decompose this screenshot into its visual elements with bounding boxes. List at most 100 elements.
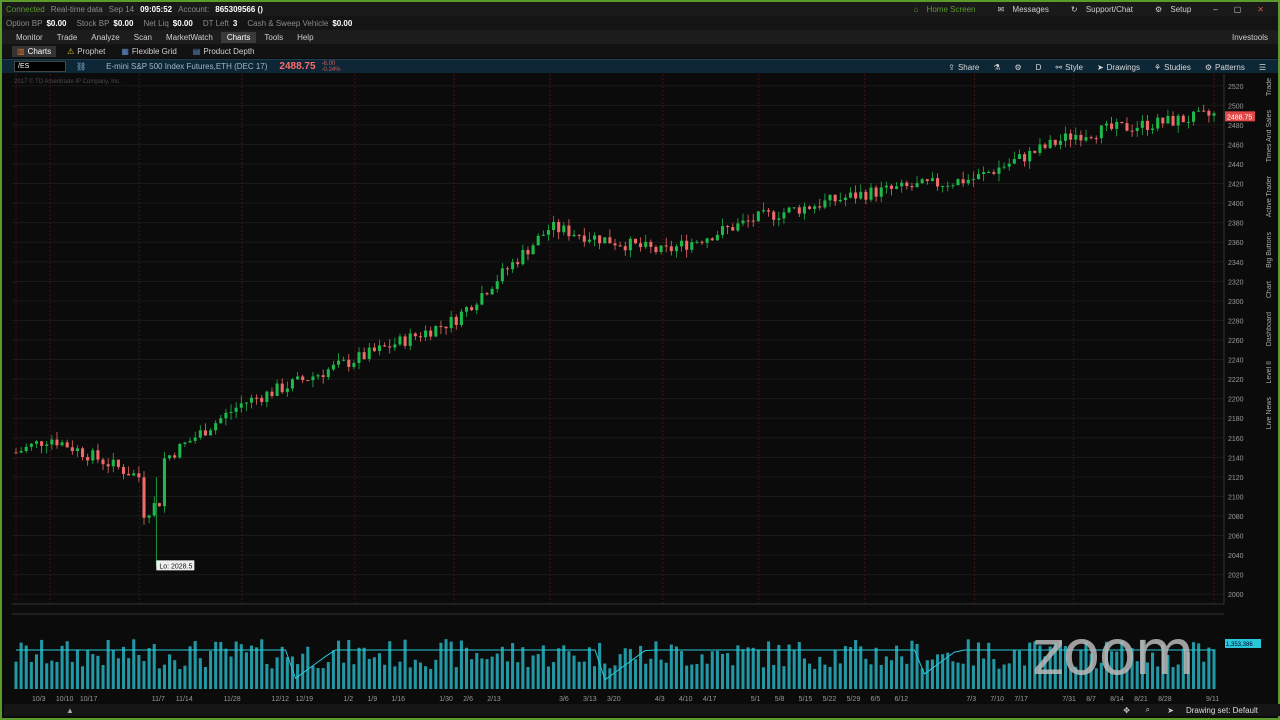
volume-bar	[1207, 647, 1211, 689]
side-tab[interactable]: Chart	[1266, 277, 1273, 302]
candle-body	[29, 443, 33, 447]
menu-tools[interactable]: Tools	[258, 32, 289, 43]
volume-bar	[859, 646, 863, 689]
side-tab[interactable]: Active Trader	[1266, 172, 1273, 221]
menu-charts[interactable]: Charts	[220, 31, 257, 43]
candle-body	[306, 380, 310, 382]
volume-bar	[337, 640, 341, 689]
volume-bar	[383, 664, 387, 689]
volume-bar	[45, 663, 49, 689]
balance-value: 3	[232, 18, 238, 28]
volume-bar	[808, 663, 812, 689]
volume-bar	[726, 653, 730, 689]
volume-bar	[720, 653, 725, 689]
volume-bar	[29, 661, 33, 689]
volume-bar	[833, 649, 837, 689]
flask-button[interactable]: ⚗	[993, 63, 1000, 72]
candle-body	[1099, 125, 1103, 139]
side-tab[interactable]: Live News	[1266, 393, 1273, 433]
side-tab[interactable]: Trade	[1266, 74, 1273, 100]
side-tab[interactable]: Big Buttons	[1266, 228, 1273, 272]
pan-icon[interactable]: ✥	[1123, 706, 1130, 715]
chart-settings-button[interactable]: ⚙	[1015, 63, 1022, 72]
candle-body	[598, 235, 602, 244]
subtab-label: Prophet	[77, 46, 106, 56]
cursor-icon[interactable]: ➤	[1167, 706, 1174, 715]
drawings-button[interactable]: ➤ Drawings	[1097, 63, 1140, 72]
volume-bar	[889, 660, 893, 689]
timeframe-button[interactable]: D	[1036, 63, 1042, 72]
side-tab[interactable]: Dashboard	[1266, 308, 1273, 350]
balance-bar: Option BP $0.00 Stock BP $0.00 Net Liq $0.00 D…	[2, 16, 1278, 30]
candle-body	[1012, 159, 1016, 164]
zoom-icon[interactable]: ⌕	[1146, 705, 1150, 715]
volume-bar	[567, 651, 571, 689]
volume-bar	[976, 642, 981, 689]
link-icon[interactable]: ⛓	[76, 62, 86, 71]
menu-analyze[interactable]: Analyze	[85, 32, 125, 43]
menu-trade[interactable]: Trade	[51, 32, 84, 43]
patterns-button[interactable]: ⚙ Patterns	[1205, 63, 1245, 72]
volume-bar	[623, 648, 627, 689]
share-button[interactable]: ⇪ Share	[948, 63, 979, 72]
low-label: Lo: 2028.5	[156, 560, 195, 571]
volume-bar	[982, 658, 986, 689]
chart-menu-button[interactable]: ☰	[1259, 63, 1266, 72]
subtab-flexible-grid[interactable]: ▦ Flexible Grid	[116, 46, 181, 57]
subtab-product-depth[interactable]: ▤ Product Depth	[188, 46, 260, 57]
messages-link[interactable]: ✉ Messages	[997, 5, 1054, 14]
candle-body	[526, 250, 530, 255]
candle-body	[198, 430, 202, 438]
volume-bar	[408, 667, 412, 689]
investools-link[interactable]: Investools	[1232, 33, 1268, 42]
home-screen-link[interactable]: ⌂ Home Screen	[913, 5, 981, 14]
minimize-button[interactable]: –	[1213, 5, 1217, 14]
x-tick-label: 10/3	[32, 696, 46, 703]
candle-body	[587, 239, 591, 242]
candle-body	[147, 515, 151, 518]
setup-link[interactable]: ⚙ Setup	[1155, 5, 1197, 14]
menu-help[interactable]: Help	[291, 32, 319, 43]
volume-bar	[669, 644, 673, 689]
candle-body	[1069, 133, 1073, 140]
candle-body	[1074, 134, 1078, 140]
expand-arrow-icon[interactable]: ▲	[66, 706, 74, 715]
price-change: -6.00 -0.24%	[322, 61, 341, 73]
style-button[interactable]: ⚯ Style	[1055, 63, 1083, 72]
symbol-input[interactable]: /ES	[14, 61, 66, 72]
volume-bar	[690, 664, 694, 689]
candle-body	[623, 246, 627, 251]
side-tab[interactable]: Times And Sales	[1266, 106, 1273, 166]
volume-bar	[823, 664, 827, 689]
candle-body	[1130, 130, 1134, 132]
candle-body	[1166, 115, 1170, 124]
volume-bar	[633, 659, 638, 689]
side-tab[interactable]: Level II	[1266, 357, 1273, 388]
candle-body	[495, 281, 499, 289]
volume-bar	[705, 663, 709, 689]
candle-body	[234, 407, 238, 412]
volume-bar	[930, 659, 934, 689]
subtab-prophet[interactable]: ⚠ Prophet	[62, 46, 110, 57]
volume-bar	[710, 651, 714, 689]
menu-monitor[interactable]: Monitor	[10, 32, 49, 43]
candle-body	[121, 466, 126, 474]
candle-body	[244, 402, 248, 404]
candle-body	[475, 304, 479, 311]
x-tick-label: 1/16	[391, 696, 405, 703]
menu-marketwatch[interactable]: MarketWatch	[160, 32, 219, 43]
volume-bar	[731, 665, 735, 689]
candle-body	[659, 245, 663, 253]
studies-button[interactable]: ⚘ Studies	[1154, 63, 1191, 72]
candle-body	[961, 179, 965, 184]
candle-body	[255, 397, 259, 399]
subtab-charts[interactable]: ▥ Charts	[12, 45, 57, 57]
support-chat-link[interactable]: ↻ Support/Chat	[1071, 5, 1139, 14]
maximize-button[interactable]: ▢	[1234, 5, 1242, 14]
account-number[interactable]: 865309566 ()	[215, 5, 263, 14]
close-button[interactable]: ✕	[1257, 5, 1264, 14]
volume-bar	[75, 649, 79, 689]
menu-scan[interactable]: Scan	[128, 32, 158, 43]
volume-bar	[388, 641, 392, 689]
volume-bar	[644, 663, 648, 689]
